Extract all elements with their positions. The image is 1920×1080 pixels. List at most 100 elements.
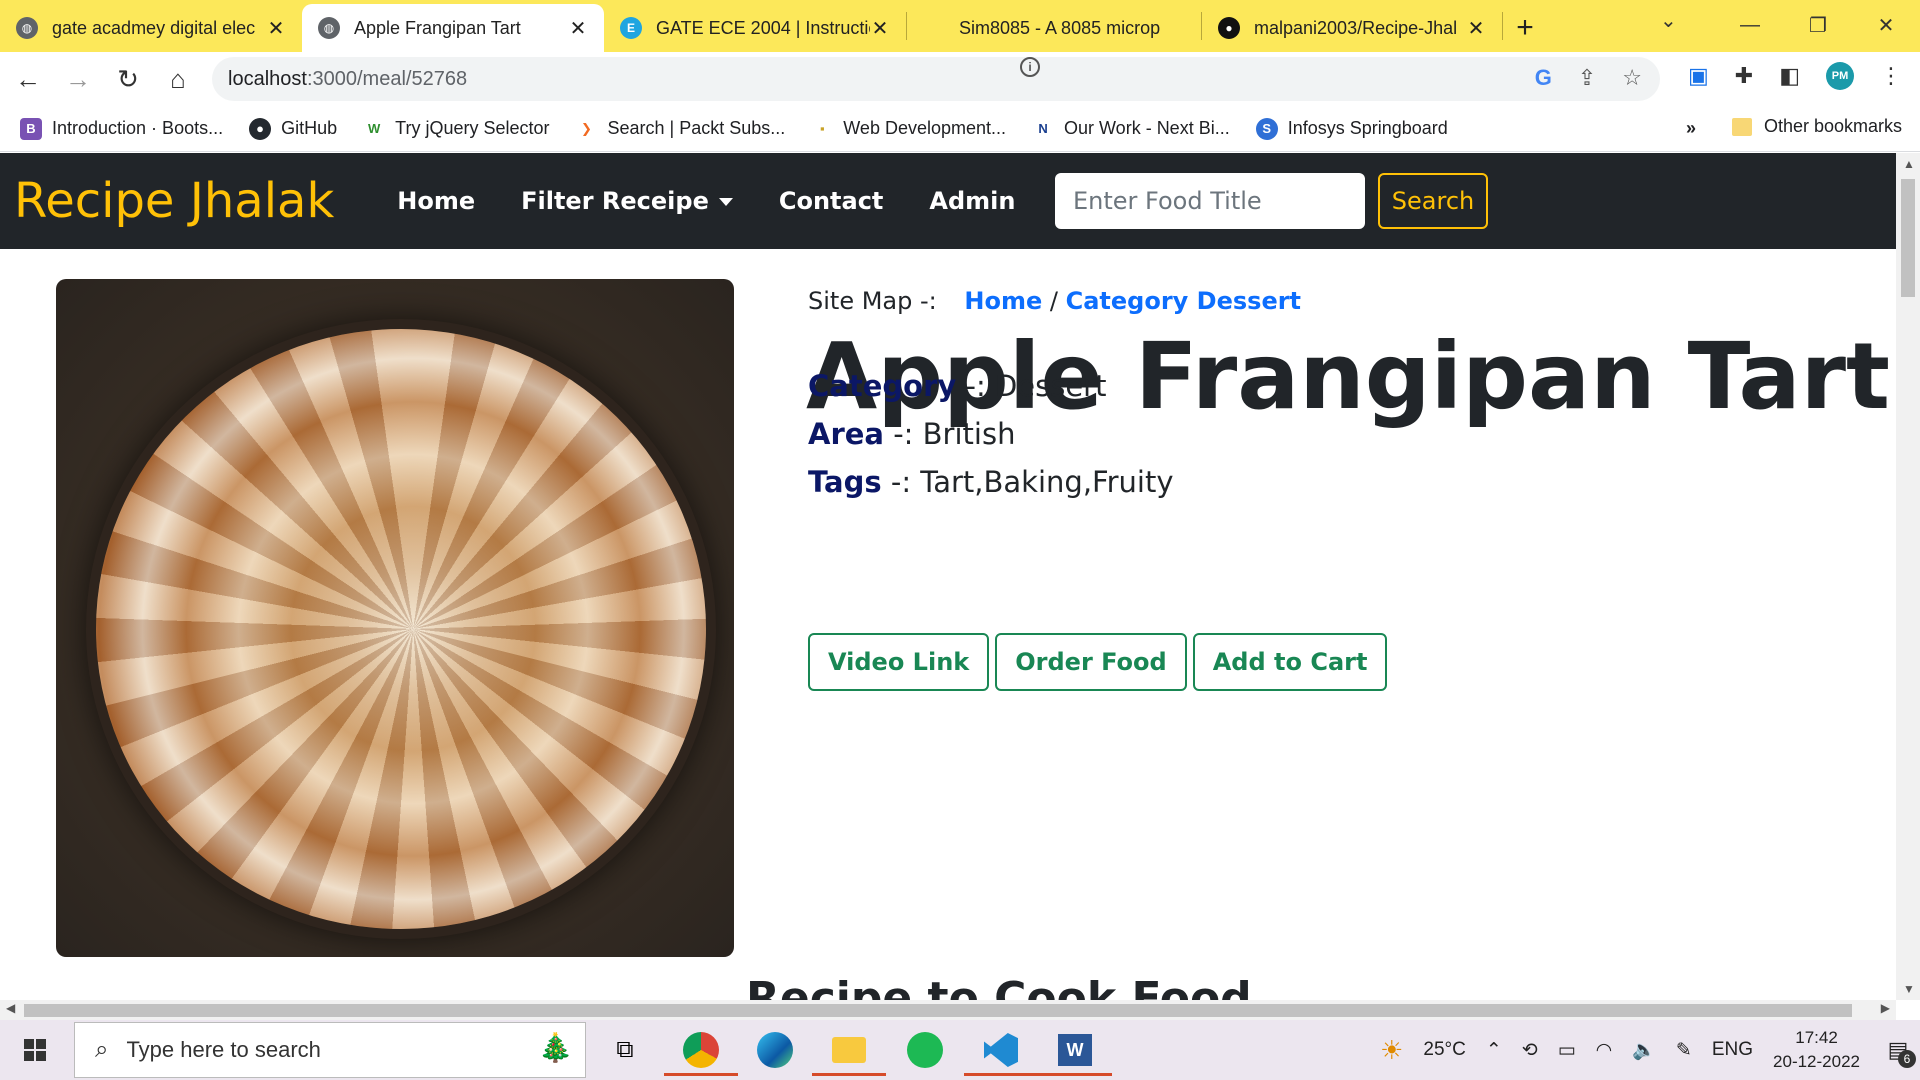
close-icon[interactable]: ✕ bbox=[266, 16, 286, 41]
github-icon: ● bbox=[249, 117, 272, 140]
bookmark-label: Infosys Springboard bbox=[1287, 118, 1448, 138]
bookmark-item[interactable]: B Introduction · Boots... bbox=[20, 117, 223, 140]
scroll-left-icon[interactable]: ◀ bbox=[6, 1001, 15, 1015]
sync-icon[interactable]: ⟲ bbox=[1522, 1039, 1538, 1062]
close-icon[interactable]: ✕ bbox=[870, 16, 890, 41]
site-brand[interactable]: Recipe Jhalak bbox=[14, 173, 334, 229]
browser-tab[interactable]: ◍ gate acadmey digital elec ✕ bbox=[0, 4, 302, 52]
task-view-icon[interactable]: ⧉ bbox=[588, 1024, 662, 1076]
bootstrap-icon: B bbox=[20, 117, 42, 140]
windows-taskbar: ⌕ Type here to search 🎄 ⧉ W ☀ 25°C ⌃ ⟲ ▭… bbox=[0, 1020, 1920, 1080]
extensions-puzzle-icon[interactable]: ✚ bbox=[1735, 63, 1753, 89]
browser-tab[interactable]: E GATE ECE 2004 | Instructio ✕ bbox=[604, 4, 906, 52]
wifi-icon[interactable]: ◠ bbox=[1596, 1039, 1613, 1062]
clock[interactable]: 17:42 20-12-2022 bbox=[1773, 1026, 1860, 1074]
breadcrumb: Site Map -: Home / Category Dessert bbox=[808, 287, 1301, 315]
breadcrumb-home-link[interactable]: Home bbox=[964, 287, 1042, 315]
word-icon[interactable]: W bbox=[1038, 1024, 1112, 1076]
order-food-button[interactable]: Order Food bbox=[995, 633, 1187, 691]
scroll-thumb[interactable] bbox=[24, 1004, 1852, 1017]
breadcrumb-category-link[interactable]: Category Dessert bbox=[1066, 287, 1301, 315]
bookmark-label: Web Development... bbox=[843, 118, 1007, 138]
window-controls: — ❐ ✕ bbox=[1716, 0, 1920, 50]
window-close-icon[interactable]: ✕ bbox=[1852, 0, 1920, 50]
bookmark-item[interactable]: W Try jQuery Selector bbox=[363, 117, 550, 140]
category-value: -: Dessert bbox=[956, 369, 1107, 403]
bookmark-label: Our Work - Next Bi... bbox=[1064, 118, 1230, 138]
taskbar-search-box[interactable]: ⌕ Type here to search 🎄 bbox=[74, 1022, 586, 1078]
extension-icons: ▣ ✚ ◧ PM ⋮ bbox=[1688, 62, 1902, 90]
chrome-icon[interactable] bbox=[664, 1024, 738, 1076]
other-bookmarks-folder[interactable]: Other bookmarks bbox=[1732, 116, 1902, 137]
language-indicator[interactable]: ENG bbox=[1712, 1039, 1753, 1061]
restore-icon[interactable]: ❐ bbox=[1784, 0, 1852, 50]
globe-icon: ◍ bbox=[16, 17, 38, 39]
bookmark-label: Try jQuery Selector bbox=[395, 118, 550, 138]
bookmark-star-icon[interactable]: ☆ bbox=[1622, 65, 1642, 91]
scroll-up-icon[interactable]: ▲ bbox=[1903, 157, 1915, 171]
tray-overflow-chevron-icon[interactable]: ⌃ bbox=[1486, 1039, 1502, 1062]
file-explorer-icon[interactable] bbox=[812, 1024, 886, 1076]
edge-icon[interactable] bbox=[738, 1024, 812, 1076]
new-tab-button[interactable]: + bbox=[1503, 4, 1547, 52]
bookmark-item[interactable]: ● GitHub bbox=[249, 117, 337, 140]
nav-home[interactable]: Home bbox=[397, 187, 475, 215]
share-icon[interactable]: ⇪ bbox=[1578, 65, 1596, 91]
close-icon[interactable]: ✕ bbox=[1466, 16, 1486, 41]
taskbar-search-placeholder: Type here to search bbox=[126, 1037, 321, 1062]
breadcrumb-separator: / bbox=[1049, 287, 1058, 315]
bookmark-item[interactable]: ❯ Search | Packt Subs... bbox=[575, 117, 785, 140]
more-menu-icon[interactable]: ⋮ bbox=[1880, 63, 1902, 89]
battery-icon[interactable]: ▭ bbox=[1558, 1039, 1576, 1062]
google-translate-icon[interactable]: G bbox=[1535, 65, 1552, 91]
bookmark-item[interactable]: ▪ Web Development... bbox=[811, 117, 1007, 140]
nav-admin[interactable]: Admin bbox=[929, 187, 1015, 215]
cast-icon[interactable]: ▣ bbox=[1688, 63, 1709, 89]
address-bar[interactable]: i localhost:3000/meal/52768 G ⇪ ☆ bbox=[212, 57, 1660, 101]
side-panel-icon[interactable]: ◧ bbox=[1779, 63, 1800, 89]
bookmark-item[interactable]: S Infosys Springboard bbox=[1255, 117, 1448, 140]
profile-avatar-icon[interactable]: PM bbox=[1826, 62, 1854, 90]
bookmarks-overflow-button[interactable]: » bbox=[1686, 118, 1696, 139]
infosys-icon: S bbox=[1255, 117, 1278, 140]
scroll-right-icon[interactable]: ▶ bbox=[1881, 1001, 1890, 1015]
minimize-icon[interactable]: — bbox=[1716, 0, 1784, 50]
nav-filter-receipe[interactable]: Filter Receipe bbox=[521, 187, 733, 215]
pen-icon[interactable]: ✎ bbox=[1676, 1039, 1692, 1062]
notification-center-icon[interactable]: ▤ 6 bbox=[1876, 1030, 1920, 1070]
tab-search-chevron-icon[interactable]: ⌄ bbox=[1660, 8, 1677, 33]
spotify-icon[interactable] bbox=[888, 1024, 962, 1076]
vscode-icon[interactable] bbox=[964, 1024, 1038, 1076]
url-host: localhost bbox=[228, 67, 307, 90]
nav-contact[interactable]: Contact bbox=[779, 187, 884, 215]
reload-icon[interactable]: ↻ bbox=[106, 57, 150, 101]
vertical-scrollbar[interactable]: ▲ ▼ bbox=[1896, 153, 1920, 1000]
site-info-icon[interactable]: i bbox=[1020, 57, 1040, 77]
search-button[interactable]: Search bbox=[1378, 173, 1488, 229]
meal-category: Category -: Dessert bbox=[808, 369, 1106, 403]
forward-arrow-icon[interactable]: → bbox=[56, 57, 100, 101]
home-icon[interactable]: ⌂ bbox=[156, 57, 200, 101]
w3-icon: W bbox=[363, 117, 386, 140]
browser-tab[interactable]: Sim8085 - A 8085 microp bbox=[907, 4, 1201, 52]
bookmark-item[interactable]: N Our Work - Next Bi... bbox=[1032, 117, 1230, 140]
food-search-input[interactable] bbox=[1055, 173, 1365, 229]
horizontal-scrollbar[interactable]: ◀ ▶ bbox=[0, 1000, 1896, 1020]
browser-tab[interactable]: ● malpani2003/Recipe-Jhal ✕ bbox=[1202, 4, 1502, 52]
scroll-thumb[interactable] bbox=[1901, 179, 1915, 297]
video-link-button[interactable]: Video Link bbox=[808, 633, 990, 691]
volume-icon[interactable]: 🔈 bbox=[1632, 1038, 1656, 1062]
nextbig-icon: N bbox=[1032, 117, 1055, 140]
add-to-cart-button[interactable]: Add to Cart bbox=[1192, 633, 1388, 691]
back-arrow-icon[interactable]: ← bbox=[6, 57, 50, 101]
weather-temperature[interactable]: 25°C bbox=[1423, 1039, 1465, 1061]
close-icon[interactable]: ✕ bbox=[568, 16, 588, 41]
tab-title: malpani2003/Recipe-Jhal bbox=[1254, 17, 1458, 38]
github-icon: ● bbox=[1218, 17, 1240, 39]
weather-icon[interactable]: ☀ bbox=[1380, 1035, 1403, 1066]
windows-start-icon[interactable] bbox=[0, 1020, 70, 1080]
other-bookmarks-label: Other bookmarks bbox=[1764, 116, 1903, 136]
browser-tab-active[interactable]: ◍ Apple Frangipan Tart ✕ bbox=[302, 4, 604, 52]
recipe-section-heading: Recipe to Cook Food bbox=[746, 973, 1252, 1000]
scroll-down-icon[interactable]: ▼ bbox=[1903, 982, 1915, 996]
